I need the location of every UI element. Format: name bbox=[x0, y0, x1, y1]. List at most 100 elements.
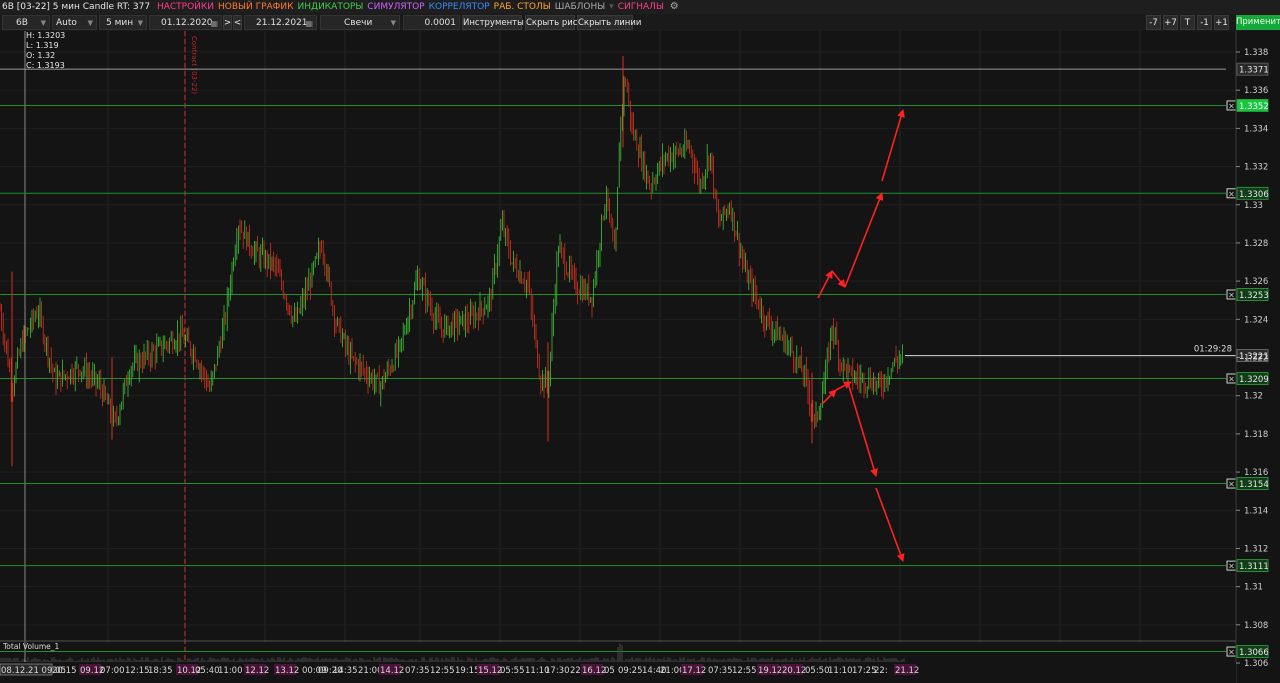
close-icon: × bbox=[1228, 101, 1235, 110]
zoom-plus1-button[interactable]: +1 bbox=[1214, 15, 1229, 30]
time-label: 19:15 bbox=[455, 666, 480, 676]
time-axis: 08.12.21 09:0520:15 09.1207:00 12:1518:35 1… bbox=[0, 662, 1236, 683]
close-icon: × bbox=[1228, 375, 1235, 384]
settings-gear-icon[interactable]: ⚙ bbox=[670, 1, 679, 12]
time-label: 05 bbox=[604, 666, 615, 676]
time-label: 11:10 bbox=[828, 666, 853, 676]
price-chart[interactable]: Contract (03-22) 1.3371 × 1.3352 × 1.3306 × 1.… bbox=[0, 31, 1280, 683]
price-tick-label: 1.32 bbox=[1244, 392, 1263, 402]
time-label: 20.12 bbox=[782, 666, 806, 676]
chevron-down-icon[interactable]: ▾ bbox=[609, 2, 614, 12]
time-label: 17:30 bbox=[545, 666, 570, 676]
hide-lines-button[interactable]: Скрыть линии bbox=[577, 15, 641, 30]
price-tick-label: 1.314 bbox=[1244, 506, 1268, 516]
price-tick-label: 1.322 bbox=[1244, 354, 1268, 364]
menu-2[interactable]: ИНДИКАТОРЫ bbox=[298, 2, 364, 12]
menu-4[interactable]: КОРРЕЛЯТОР bbox=[429, 2, 490, 12]
nav-prev-button[interactable]: < bbox=[233, 15, 242, 30]
time-label: 07:35 bbox=[708, 666, 733, 676]
menu-7[interactable]: СИГНАЛЫ bbox=[618, 2, 664, 12]
price-tick-label: 1.308 bbox=[1244, 621, 1268, 631]
time-label: 14.12 bbox=[380, 666, 404, 676]
zoom-minus7-button[interactable]: -7 bbox=[1146, 15, 1161, 30]
price-tick-label: 1.332 bbox=[1244, 163, 1268, 173]
chart-type-select[interactable]: Свечи ▼ bbox=[320, 15, 400, 30]
calendar-icon: ▦ bbox=[210, 19, 218, 28]
menu-3[interactable]: СИМУЛЯТОР bbox=[367, 2, 424, 12]
price-tick-label: 1.316 bbox=[1244, 468, 1268, 478]
close-icon: × bbox=[1228, 648, 1235, 657]
hide-drawings-button[interactable]: Скрыть рис. bbox=[525, 15, 580, 30]
chevron-down-icon: ▼ bbox=[87, 19, 93, 27]
time-label: 12:55 bbox=[732, 666, 757, 676]
level-price-label: 1.3209 bbox=[1239, 375, 1269, 385]
zoom-t-button[interactable]: T bbox=[1180, 15, 1195, 30]
menu-0[interactable]: НАСТРОЙКИ bbox=[157, 2, 214, 12]
date-to-value: 21.12.2021 bbox=[256, 18, 308, 28]
time-label: 18:35 bbox=[148, 666, 173, 676]
time-label: 12:15 bbox=[125, 666, 150, 676]
timeframe-select[interactable]: 5 мин ▼ bbox=[99, 15, 147, 30]
price-tick-label: 1.334 bbox=[1244, 124, 1268, 134]
time-label: 09:25 bbox=[618, 666, 643, 676]
menu-1[interactable]: НОВЫЙ ГРАФИК bbox=[218, 2, 294, 12]
price-tick-label: 1.318 bbox=[1244, 430, 1268, 440]
level-price-label: 1.3253 bbox=[1239, 291, 1269, 301]
window-title: 6B [03-22] 5 мин Candle RT: 377 bbox=[2, 2, 151, 12]
date-to-input[interactable]: 21.12.2021 ▦ bbox=[244, 15, 317, 30]
time-label: 05:40 bbox=[195, 666, 220, 676]
level-price-label: 1.3066 bbox=[1239, 648, 1269, 658]
chevron-down-icon: ▼ bbox=[40, 19, 46, 27]
symbol-value: 6B bbox=[16, 18, 28, 28]
date-from-input[interactable]: 01.12.2020 ▦ bbox=[149, 15, 222, 30]
ohlc-high: H: 1.3203 bbox=[26, 31, 66, 40]
level-price-label: 1.3306 bbox=[1239, 190, 1269, 200]
time-label: 21.12 bbox=[895, 666, 919, 676]
time-label: 07:35 bbox=[405, 666, 430, 676]
price-tick-label: 1.338 bbox=[1244, 48, 1268, 58]
menu-5[interactable]: РАБ. СТОЛЫ bbox=[494, 2, 551, 12]
time-label: 17.12 bbox=[682, 666, 706, 676]
volume-panel-title: Total Volume_1 bbox=[2, 642, 60, 651]
price-tick-label: 1.336 bbox=[1244, 86, 1268, 96]
price-tick-label: 1.328 bbox=[1244, 239, 1268, 249]
price-tick-label: 1.33 bbox=[1244, 201, 1263, 211]
apply-button[interactable]: Применить bbox=[1236, 15, 1280, 30]
date-from-value: 01.12.2020 bbox=[161, 18, 213, 28]
zoom-minus1-button[interactable]: -1 bbox=[1197, 15, 1212, 30]
price-tick-label: 1.312 bbox=[1244, 544, 1268, 554]
time-label: 14:35 bbox=[333, 666, 358, 676]
time-label: 11:00 bbox=[218, 666, 243, 676]
time-label: 17:25 bbox=[852, 666, 877, 676]
level-price-label: 1.3154 bbox=[1239, 480, 1269, 490]
menu-bar: 6B [03-22] 5 мин Candle RT: 377 НАСТРОЙК… bbox=[0, 0, 1280, 14]
price-tick-label: 1.306 bbox=[1244, 659, 1268, 669]
level-price-label: 1.3371 bbox=[1239, 66, 1269, 76]
chevron-down-icon: ▼ bbox=[137, 19, 143, 27]
chevron-down-icon: ▼ bbox=[390, 19, 396, 27]
close-icon: × bbox=[1228, 189, 1235, 198]
ohlc-low: L: 1.319 bbox=[26, 41, 59, 50]
time-label: 19.12 bbox=[758, 666, 782, 676]
scale-value: Auto bbox=[56, 18, 77, 28]
time-label: 20:15 bbox=[52, 666, 77, 676]
price-tick-label: 1.324 bbox=[1244, 315, 1268, 325]
close-icon: × bbox=[1228, 480, 1235, 489]
symbol-select[interactable]: 6B ▼ bbox=[2, 15, 50, 30]
time-label: 07:00 bbox=[100, 666, 125, 676]
time-label: 16.12 bbox=[582, 666, 606, 676]
instruments-button[interactable]: Инструменты bbox=[462, 15, 524, 30]
ohlc-open: O: 1.32 bbox=[26, 51, 56, 60]
price-tick-label: 1.326 bbox=[1244, 277, 1268, 287]
time-label: 15.12 bbox=[478, 666, 502, 676]
timeframe-value: 5 мин bbox=[106, 18, 134, 28]
bar-countdown-label: 01:29:28 bbox=[1194, 345, 1232, 355]
menu-6[interactable]: ШАБЛОНЫ bbox=[555, 2, 606, 12]
nav-next-button[interactable]: > bbox=[223, 15, 232, 30]
scale-select[interactable]: Auto ▼ bbox=[52, 15, 97, 30]
time-label: 05:55 bbox=[500, 666, 525, 676]
level-price-label: 1.3111 bbox=[1239, 562, 1269, 572]
tick-size-input[interactable]: 0.0001 bbox=[403, 15, 460, 30]
zoom-plus7-button[interactable]: +7 bbox=[1163, 15, 1178, 30]
chart-type-value: Свечи bbox=[344, 18, 373, 28]
